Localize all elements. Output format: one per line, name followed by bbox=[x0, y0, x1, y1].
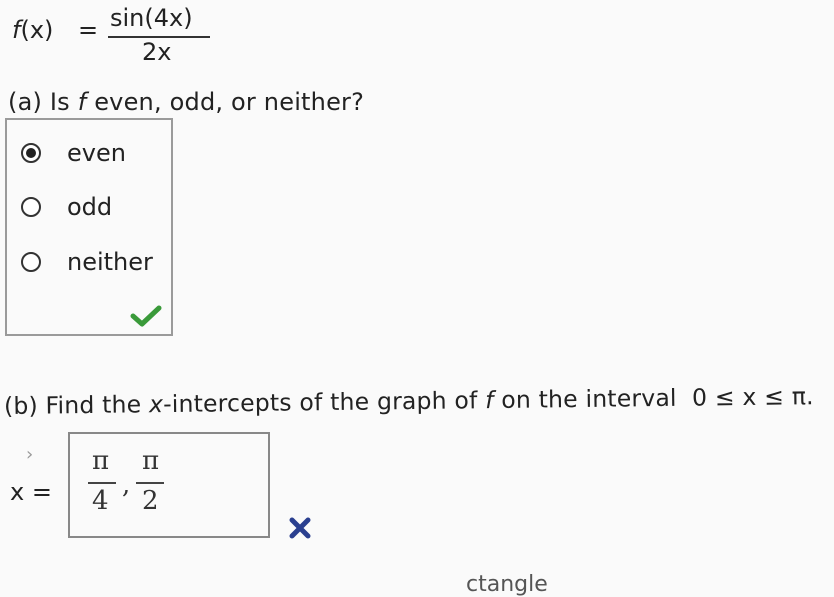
checkmark-icon bbox=[130, 304, 162, 332]
function-lhs: f(x) bbox=[12, 16, 53, 44]
frac1-denominator: 4 bbox=[92, 486, 109, 516]
option-odd-label: odd bbox=[67, 193, 113, 221]
part-a-prefix: Is bbox=[49, 88, 70, 116]
function-numerator: sin(4x) bbox=[110, 4, 193, 32]
function-denominator: 2x bbox=[142, 38, 172, 66]
function-arg: (x) bbox=[20, 16, 54, 44]
part-a-suffix: even, odd, or neither? bbox=[94, 88, 365, 116]
frac2-bar bbox=[136, 482, 164, 484]
option-neither[interactable]: neither bbox=[21, 245, 153, 279]
cross-icon bbox=[288, 516, 312, 544]
option-neither-label: neither bbox=[67, 248, 153, 276]
part-b-label: (b) bbox=[3, 391, 39, 420]
part-b-mid: -intercepts of the graph of bbox=[162, 386, 478, 419]
answer-separator: , bbox=[122, 470, 131, 500]
part-b-question: (b) Find the x-intercepts of the graph o… bbox=[4, 382, 814, 420]
radio-neither[interactable] bbox=[21, 252, 41, 272]
frac2-denominator: 2 bbox=[142, 486, 159, 516]
answer-input-box[interactable]: π 4 , π 2 bbox=[68, 432, 270, 538]
part-a-var: f bbox=[77, 88, 87, 116]
part-b-var2: f bbox=[484, 386, 494, 415]
function-equals: = bbox=[78, 16, 99, 44]
frac1-numerator: π bbox=[92, 446, 110, 476]
partial-footer-text: ctangle bbox=[466, 572, 548, 597]
radio-selected-dot bbox=[26, 148, 36, 158]
part-b-interval: 0 ≤ x ≤ π. bbox=[691, 382, 814, 412]
caret-icon: › bbox=[26, 444, 34, 465]
answer-label: x = bbox=[10, 478, 52, 506]
frac1-bar bbox=[88, 482, 116, 484]
radio-odd[interactable] bbox=[21, 197, 41, 217]
option-even-label: even bbox=[67, 139, 126, 167]
frac2-numerator: π bbox=[142, 446, 160, 476]
part-a-label: (a) bbox=[8, 88, 43, 116]
part-b-pre: Find the bbox=[45, 390, 142, 420]
part-a-question: (a) Is f even, odd, or neither? bbox=[8, 88, 364, 116]
part-b-post: on the interval bbox=[501, 383, 677, 414]
part-b-var: x bbox=[148, 390, 164, 419]
option-odd[interactable]: odd bbox=[21, 190, 112, 224]
radio-even[interactable] bbox=[21, 143, 41, 163]
option-even[interactable]: even bbox=[21, 136, 126, 170]
